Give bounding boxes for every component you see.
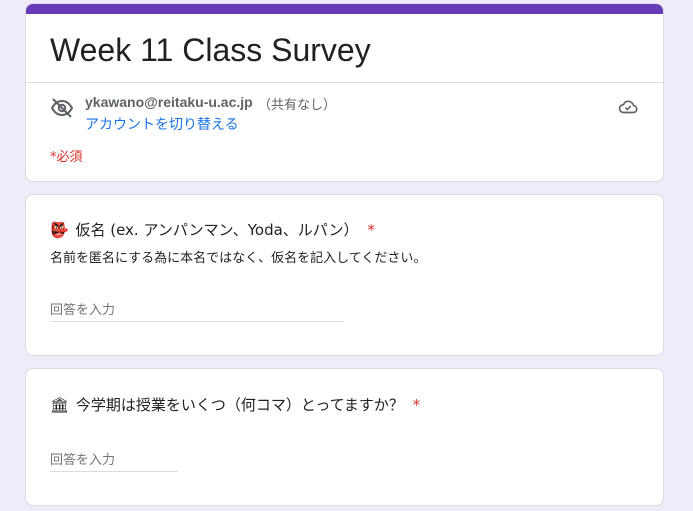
cloud-saved-icon[interactable] [617,96,639,118]
question-title: 👺 仮名 (ex. アンパンマン、Yoda、ルパン） * [50,220,375,240]
form-title: Week 11 Class Survey [50,32,371,68]
question-card: 👺 仮名 (ex. アンパンマン、Yoda、ルパン） * 名前を匿名にする為に本… [25,194,664,356]
question-title-text: 仮名 (ex. アンパンマン、Yoda、ルパン） [75,221,359,239]
form-page: Week 11 Class Survey ykawano@reitaku-u.a… [0,0,693,511]
question-title: 🏛 今学期は授業をいくつ（何コマ）とってますか？ * [50,395,420,415]
answer-input-pseudonym[interactable] [50,299,344,322]
eye-off-icon[interactable] [50,96,74,120]
question-description: 名前を匿名にする為に本名ではなく、仮名を記入してください。 [50,251,427,266]
classical-building-icon: 🏛 [50,396,70,414]
not-shared-label: （共有なし） [258,98,337,113]
required-note: *必須 [50,150,83,165]
tengu-mask-icon: 👺 [50,221,69,239]
required-asterisk: * [367,221,375,239]
account-email: ykawano@reitaku-u.ac.jp [85,94,253,110]
question-card: 🏛 今学期は授業をいくつ（何コマ）とってますか？ * [25,368,664,506]
header-divider [26,82,663,83]
question-title-text: 今学期は授業をいくつ（何コマ）とってますか？ [75,396,404,414]
required-asterisk: * [412,396,421,414]
header-accent-bar [26,4,663,14]
switch-account-link[interactable]: アカウントを切り替える [85,114,239,134]
form-header-card: Week 11 Class Survey ykawano@reitaku-u.a… [25,3,664,182]
answer-input-class-count[interactable] [50,449,178,472]
